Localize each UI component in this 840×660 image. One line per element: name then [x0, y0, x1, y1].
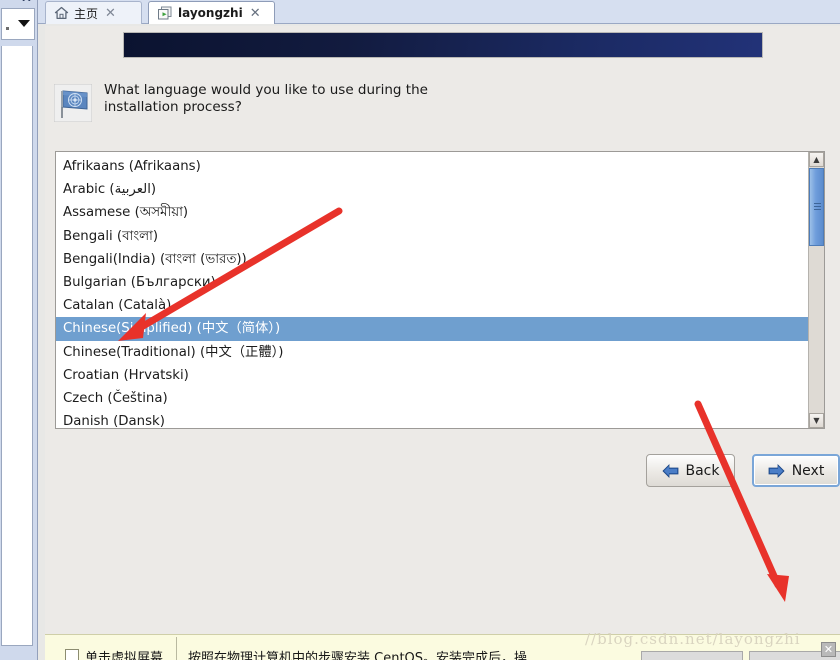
language-prompt-text: What language would you like to use duri… [104, 82, 428, 115]
scroll-up-arrow-icon[interactable]: ▲ [809, 152, 824, 167]
sidebar-list-panel[interactable] [1, 46, 33, 646]
next-button-label: Next [791, 462, 825, 479]
tab-layongzhi-label: layongzhi [178, 6, 243, 20]
scrollbar-grip-icon [814, 203, 821, 210]
language-list-item[interactable]: Bengali (বাংলা) [56, 225, 808, 248]
arrow-left-icon [661, 463, 679, 478]
tab-bar: 主页 ✕ layongzhi ✕ [0, 0, 840, 24]
dropdown-bullet-icon [6, 27, 9, 30]
chevron-down-icon [18, 20, 30, 27]
back-button[interactable]: Back [646, 454, 735, 487]
scroll-down-arrow-icon[interactable]: ▼ [809, 413, 824, 428]
notification-left-text: 单击虚拟屏幕 [85, 651, 164, 660]
tab-layongzhi-close-icon[interactable]: ✕ [250, 7, 261, 20]
vm-notification-bar: 单击虚拟屏幕 按照在物理计算机中的步骤安装 CentOS。安装完成后，操 ✕ [45, 634, 840, 660]
notification-divider [176, 637, 177, 660]
tab-home[interactable]: 主页 ✕ [45, 1, 142, 24]
language-list-item[interactable]: Afrikaans (Afrikaans) [56, 155, 808, 178]
language-list-item[interactable]: Danish (Dansk) [56, 410, 808, 428]
language-prompt: What language would you like to use duri… [53, 82, 554, 123]
language-list-item[interactable]: Czech (Čeština) [56, 387, 808, 410]
back-button-label: Back [685, 462, 720, 479]
screen: What language would you like to use duri… [0, 0, 840, 660]
tab-layongzhi[interactable]: layongzhi ✕ [148, 1, 275, 24]
arrow-right-icon [768, 463, 785, 478]
language-list-item[interactable]: Catalan (Català) [56, 294, 808, 317]
notification-main-text: 按照在物理计算机中的步骤安装 CentOS。安装完成后，操 [188, 651, 528, 660]
next-button[interactable]: Next [752, 454, 840, 487]
library-sidebar-stub: ^ [0, 0, 38, 660]
language-listbox[interactable]: Afrikaans (Afrikaans) Arabic (العربية) Ass… [55, 151, 825, 429]
tab-home-close-icon[interactable]: ✕ [105, 7, 116, 20]
un-flag-icon [53, 83, 93, 123]
language-list-item[interactable]: Croatian (Hrvatski) [56, 364, 808, 387]
home-icon [54, 6, 69, 20]
language-list-item[interactable]: Assamese (অসমীয়া) [56, 201, 808, 224]
installer-banner [123, 32, 763, 58]
scrollbar-thumb[interactable] [809, 168, 824, 246]
language-list-item[interactable]: Arabic (العربية) [56, 178, 808, 201]
notification-button-1[interactable] [641, 651, 743, 660]
language-list-items[interactable]: Afrikaans (Afrikaans) Arabic (العربية) Ass… [56, 152, 808, 428]
installer-button-bar: Back Next [45, 440, 840, 502]
language-list-item[interactable]: Chinese(Traditional) (中文（正體）) [56, 341, 808, 364]
language-list-scrollbar[interactable]: ▲ ▼ [808, 152, 824, 428]
virtual-machine-icon [157, 6, 173, 21]
centos-installer-window: What language would you like to use duri… [45, 26, 840, 634]
notification-checkbox[interactable] [65, 649, 79, 660]
sidebar-dropdown[interactable] [1, 8, 35, 40]
language-list-item[interactable]: Bengali(India) (বাংলা (ভারত)) [56, 248, 808, 271]
language-list-item[interactable]: Bulgarian (Български) [56, 271, 808, 294]
language-list-item[interactable]: Chinese(Simplified) (中文（简体）) [56, 317, 808, 341]
notification-close-icon[interactable]: ✕ [821, 642, 836, 657]
tab-home-label: 主页 [74, 6, 99, 21]
